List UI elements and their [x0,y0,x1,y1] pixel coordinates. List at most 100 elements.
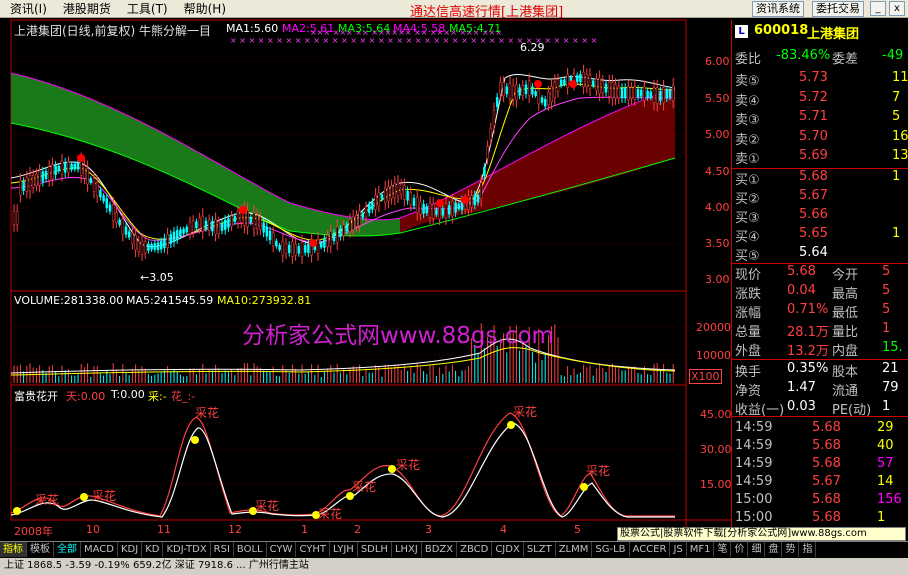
candle-body [297,246,301,254]
indicator-tab-kd[interactable]: KD [142,542,164,557]
info-system-button[interactable]: 资讯系统 [752,1,804,17]
ask-price: 5.69 [799,148,828,163]
bid-price: 5.68 [799,169,828,184]
candle-body [415,197,419,214]
indicator-tab-js[interactable]: JS [670,542,687,557]
ask-volume: 16 [892,128,908,144]
panel-tab[interactable]: 细 [748,542,766,557]
candle-body [617,86,621,99]
candle-body [67,161,70,173]
indicator-tab-sg-lb[interactable]: SG-LB [592,542,630,557]
indicator-hua: 花_:- [171,390,196,403]
wc-label: 委差 [832,52,859,67]
candle-body [607,81,611,97]
candle-body [361,212,365,218]
ask-price: 5.72 [799,89,828,105]
bid-label: 买② [735,192,760,207]
y-tick: 3.50 [705,237,730,250]
candle-body [556,79,560,92]
indicator-tab-kdj[interactable]: KDJ [118,542,143,557]
close-button[interactable]: x [889,1,905,16]
candle-body [319,242,323,248]
indicator-tab-lyjh[interactable]: LYJH [330,542,358,557]
panel-tab[interactable]: 盘 [765,542,783,557]
indicator-tab-模板[interactable]: 模板 [27,542,54,557]
candle-body [492,110,496,126]
trade-button[interactable]: 委托交易 [812,1,864,17]
candle-body [547,91,550,105]
panel-tab[interactable]: 势 [782,542,800,557]
ask-volume: 5 [892,109,901,124]
candle-body [479,182,483,200]
candle-body [44,171,48,179]
indicator-tab-全部[interactable]: 全部 [54,542,81,557]
ma4-label: MA4:5.58 [393,22,446,35]
stat-label: 外盘 [735,344,762,359]
candle-body [275,240,278,247]
x-axis-label: 5 [574,523,581,536]
candle-body [473,195,477,206]
stat-label: 量比 [832,325,859,340]
candle-body [252,212,256,230]
stock-code: 600018 [754,23,809,38]
indicator-title: 富贵花开 [14,390,58,403]
candle-body [150,244,153,250]
menu-help[interactable]: 帮助(H) [184,0,226,17]
indicator-tab-macd[interactable]: MACD [81,542,118,557]
candle-body [639,89,643,97]
candle-body [393,183,397,199]
cai-hua-marker: 采花 [35,493,60,507]
indicator-tab-rsi[interactable]: RSI [211,542,234,557]
indicator-tab-bdzx[interactable]: BDZX [422,542,458,557]
candle-body [332,232,336,242]
minimize-button[interactable]: _ [870,1,886,16]
chart-area[interactable]: × × × × × × × × × × × × × × × × × × × × … [0,18,731,541]
indicator-tab-mf1[interactable]: MF1 [687,542,715,557]
candle-body [278,244,281,251]
indicator-tab-lhxj[interactable]: LHXJ [392,542,422,557]
low-label: ←3.05 [140,271,174,284]
vol-ma10-label: MA10:273932.81 [217,294,312,307]
panel-tab[interactable]: 价 [731,542,749,557]
tick-volume: 14 [877,474,894,489]
stat-value: 5 [882,302,891,317]
candle-body [294,243,297,256]
ma1-label: MA1:5.60 [226,22,279,35]
panel-tab[interactable]: 笔 [714,542,732,557]
ad-banner[interactable]: 股票公式|股票软件下载[分析家公式网]www.88gs.com [617,527,906,541]
indicator-tab-boll[interactable]: BOLL [234,542,267,557]
indicator-tab-accer[interactable]: ACCER [630,542,671,557]
bid-volume: 1 [892,169,901,184]
candle-body [342,224,345,236]
candle-body [25,177,29,192]
candle-body [425,206,429,214]
indicator-tab-cjdx[interactable]: CJDX [492,542,524,557]
stat-value: 1 [882,321,891,336]
indicator-tab-zbcd[interactable]: ZBCD [457,542,493,557]
x-axis-label: 2 [354,523,361,536]
tick-price: 5.68 [812,510,841,525]
menu-info[interactable]: 资讯(I) [10,0,47,17]
indicator-tab-zlmm[interactable]: ZLMM [556,542,593,557]
indicator-tab-cyw[interactable]: CYW [267,542,297,557]
candle-body [198,217,201,229]
stat-label: 流通 [832,384,859,399]
wb-label: 委比 [735,52,762,67]
bid-label: 买⑤ [735,249,760,264]
indicator-tab-指标[interactable]: 指标 [0,542,27,557]
candle-body [329,231,333,247]
bid-volume: 1 [892,226,901,241]
ask-label: 卖③ [735,113,760,128]
stat-value: 0.04 [787,283,816,298]
panel-tab[interactable]: 指 [799,542,817,557]
indicator-tab-kdj-tdx[interactable]: KDJ-TDX [163,542,211,557]
indicator-tab-slzt[interactable]: SLZT [524,542,556,557]
menu-hk-futures[interactable]: 港股期货 [63,0,111,17]
candle-body [633,86,637,100]
menu-tools[interactable]: 工具(T) [127,0,168,17]
candle-body [566,74,569,89]
indicator-tab-cyht[interactable]: CYHT [296,542,330,557]
candle-body [73,163,77,170]
indicator-tab-sdlh[interactable]: SDLH [358,542,392,557]
candle-body [630,87,633,99]
